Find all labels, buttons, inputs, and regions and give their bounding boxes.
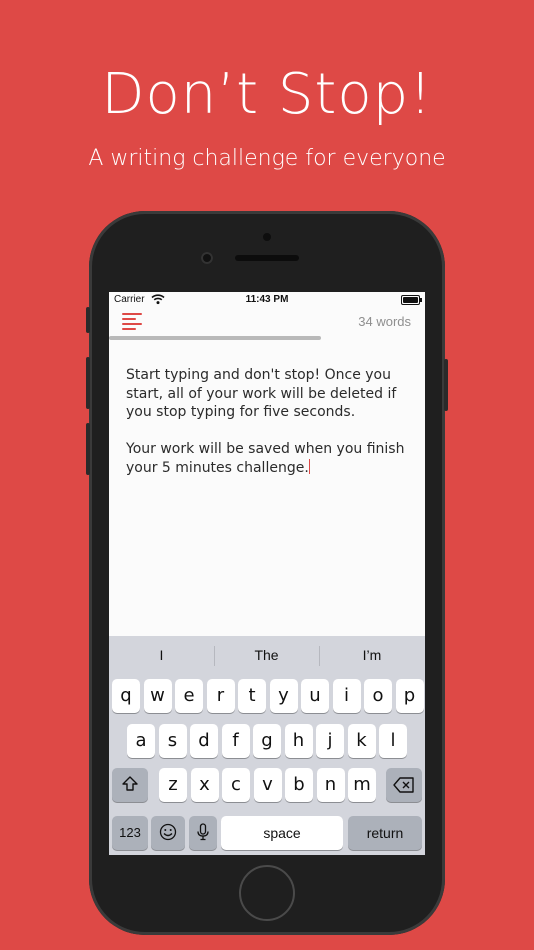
key-i[interactable]: i — [332, 679, 361, 713]
editor-paragraph-2-text: Your work will be saved when you finish … — [126, 441, 405, 476]
suggestion-bar: I The I’m — [109, 636, 425, 674]
key-t[interactable]: t — [238, 679, 266, 713]
key-p[interactable]: p — [395, 679, 424, 713]
microphone-icon — [197, 823, 209, 841]
editor-paragraph-2: Your work will be saved when you finish … — [126, 440, 412, 477]
key-l[interactable]: l — [379, 724, 407, 758]
front-camera — [201, 252, 213, 264]
key-e[interactable]: e — [175, 679, 203, 713]
key-g[interactable]: g — [253, 724, 281, 758]
key-m[interactable]: m — [348, 768, 376, 802]
delete-icon — [393, 777, 414, 793]
subheadline: A writing challenge for everyone — [88, 146, 446, 171]
editor-paragraph-1: Start typing and don't stop! Once you st… — [126, 367, 397, 420]
on-screen-keyboard: I The I’m qwertyuiop asdfghjkl zxcvbnm 1… — [109, 636, 425, 855]
key-a[interactable]: a — [127, 724, 155, 758]
power-button — [444, 359, 448, 411]
shift-key[interactable] — [112, 768, 148, 802]
key-k[interactable]: k — [347, 724, 376, 758]
home-button[interactable] — [239, 865, 295, 921]
key-h[interactable]: h — [284, 724, 313, 758]
emoji-icon — [159, 823, 177, 841]
key-b[interactable]: b — [285, 768, 313, 802]
suggestion-3[interactable]: I’m — [319, 636, 425, 674]
key-r[interactable]: r — [206, 679, 235, 713]
text-cursor — [308, 458, 310, 474]
key-y[interactable]: y — [269, 679, 298, 713]
earpiece-speaker — [235, 255, 299, 261]
key-n[interactable]: n — [316, 768, 345, 802]
dictation-key[interactable] — [189, 816, 217, 850]
return-key[interactable]: return — [348, 816, 422, 850]
timer-progress-fill — [109, 336, 321, 340]
delete-key[interactable] — [386, 768, 422, 802]
headline: Don’t Stop! — [101, 62, 433, 127]
word-count: 34 words — [358, 314, 411, 329]
key-z[interactable]: z — [159, 768, 187, 802]
key-o[interactable]: o — [364, 679, 392, 713]
key-x[interactable]: x — [190, 768, 219, 802]
timer-progress-bar — [109, 336, 425, 340]
proximity-sensor — [263, 233, 271, 241]
emoji-key[interactable] — [151, 816, 185, 850]
key-j[interactable]: j — [316, 724, 344, 758]
key-v[interactable]: v — [253, 768, 282, 802]
key-q[interactable]: q — [112, 679, 140, 713]
numbers-key[interactable]: 123 — [112, 816, 148, 850]
volume-up-button — [86, 357, 90, 409]
key-u[interactable]: u — [301, 679, 329, 713]
menu-icon[interactable] — [122, 312, 144, 330]
suggestion-1[interactable]: I — [109, 636, 214, 674]
shift-icon — [122, 776, 138, 791]
key-d[interactable]: d — [190, 724, 218, 758]
key-f[interactable]: f — [221, 724, 250, 758]
key-s[interactable]: s — [158, 724, 187, 758]
suggestion-2[interactable]: The — [214, 636, 319, 674]
writing-editor[interactable]: Start typing and don't stop! Once you st… — [126, 366, 412, 496]
space-key[interactable]: space — [221, 816, 343, 850]
phone-screen: Carrier 11:43 PM 34 words Start typing a… — [109, 292, 425, 855]
battery-icon — [401, 295, 422, 305]
key-c[interactable]: c — [222, 768, 250, 802]
status-bar: Carrier 11:43 PM — [109, 292, 425, 308]
status-time: 11:43 PM — [245, 294, 289, 305]
key-w[interactable]: w — [143, 679, 172, 713]
mute-switch — [86, 307, 90, 333]
volume-down-button — [86, 423, 90, 475]
